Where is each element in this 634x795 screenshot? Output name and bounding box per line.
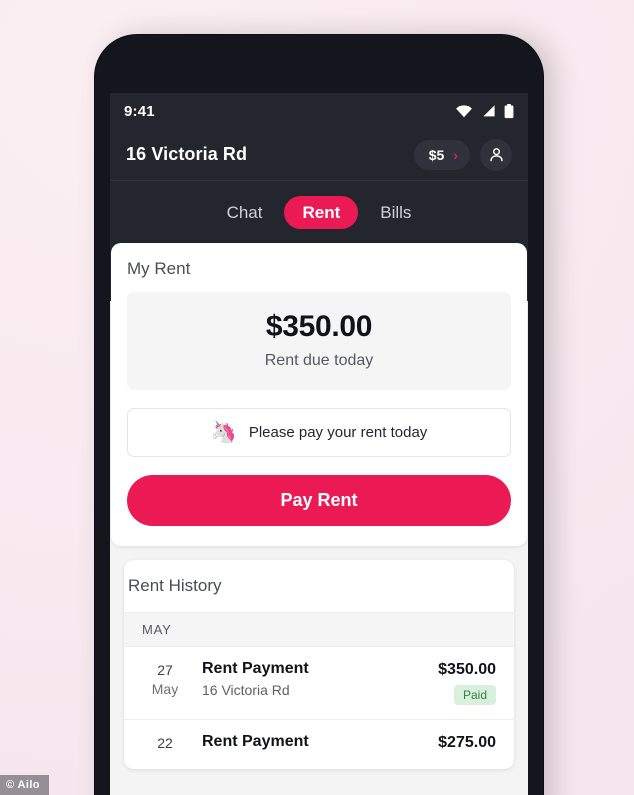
cellular-signal-icon — [483, 105, 495, 117]
pay-rent-button[interactable]: Pay Rent — [127, 475, 511, 526]
history-row-date: 27 May — [142, 660, 188, 698]
rent-reminder-text: Please pay your rent today — [248, 424, 428, 441]
wallet-balance-button[interactable]: $5 › — [413, 139, 470, 170]
person-icon — [489, 148, 503, 162]
wifi-icon — [456, 105, 472, 118]
history-month-header: MAY — [124, 612, 514, 647]
section-tabs: Chat Rent Bills — [110, 181, 528, 243]
history-row-details: Rent Payment 16 Victoria Rd — [188, 660, 438, 698]
status-bar: 9:41 — [110, 93, 528, 129]
history-row-sublabel: 16 Victoria Rd — [202, 682, 290, 698]
chevron-right-icon: › — [453, 146, 458, 163]
rent-history-title: Rent History — [128, 576, 222, 595]
app-header-actions: $5 › — [413, 138, 512, 171]
history-row-month: May — [151, 680, 179, 697]
history-row-amount: $350.00 — [438, 661, 496, 678]
history-row-label: Rent Payment — [202, 660, 309, 677]
my-rent-card-title: My Rent — [127, 259, 191, 278]
history-row-label: Rent Payment — [202, 733, 309, 750]
history-row-amount-group: $275.00 — [438, 733, 496, 752]
tab-chat[interactable]: Chat — [213, 197, 277, 228]
table-row[interactable]: 22 Rent Payment $275.00 — [124, 719, 514, 769]
page-title: 16 Victoria Rd — [126, 144, 248, 164]
history-row-day: 27 — [157, 662, 173, 678]
tab-rent[interactable]: Rent — [284, 195, 359, 229]
history-row-date: 22 — [142, 733, 188, 753]
my-rent-card: My Rent $350.00 Rent due today 🦄 Please … — [111, 243, 527, 546]
rent-due-panel: $350.00 Rent due today — [127, 292, 511, 390]
profile-button[interactable] — [480, 138, 512, 171]
phone-device-frame: 9:41 16 Victoria Rd $5 › Chat Rent Bills… — [95, 35, 543, 795]
status-bar-icons — [455, 103, 514, 119]
table-row[interactable]: 27 May Rent Payment 16 Victoria Rd $350.… — [124, 647, 514, 719]
status-badge: Paid — [453, 685, 496, 705]
history-row-amount-group: $350.00 Paid — [438, 660, 496, 705]
rent-due-amount: $350.00 — [265, 310, 373, 343]
content-scroll-area[interactable]: My Rent $350.00 Rent due today 🦄 Please … — [110, 243, 528, 795]
wallet-balance-amount: $5 — [428, 146, 445, 163]
history-row-amount: $275.00 — [438, 734, 496, 751]
tab-bills[interactable]: Bills — [366, 197, 425, 228]
battery-icon — [504, 103, 514, 118]
rent-history-card: Rent History MAY 27 May Rent Payment 16 … — [124, 560, 514, 769]
app-header: 16 Victoria Rd $5 › — [110, 129, 528, 181]
phone-screen: 9:41 16 Victoria Rd $5 › Chat Rent Bills… — [110, 93, 528, 795]
history-row-day: 22 — [157, 735, 173, 751]
watermark: © Ailo — [0, 775, 49, 795]
rent-due-caption: Rent due today — [264, 352, 374, 369]
unicorn-icon: 🦄 — [210, 421, 237, 444]
rent-reminder-notice: 🦄 Please pay your rent today — [127, 408, 511, 457]
status-bar-time: 9:41 — [124, 102, 155, 120]
screenshot-stage: 9:41 16 Victoria Rd $5 › Chat Rent Bills… — [0, 0, 634, 795]
history-row-details: Rent Payment — [188, 733, 438, 755]
